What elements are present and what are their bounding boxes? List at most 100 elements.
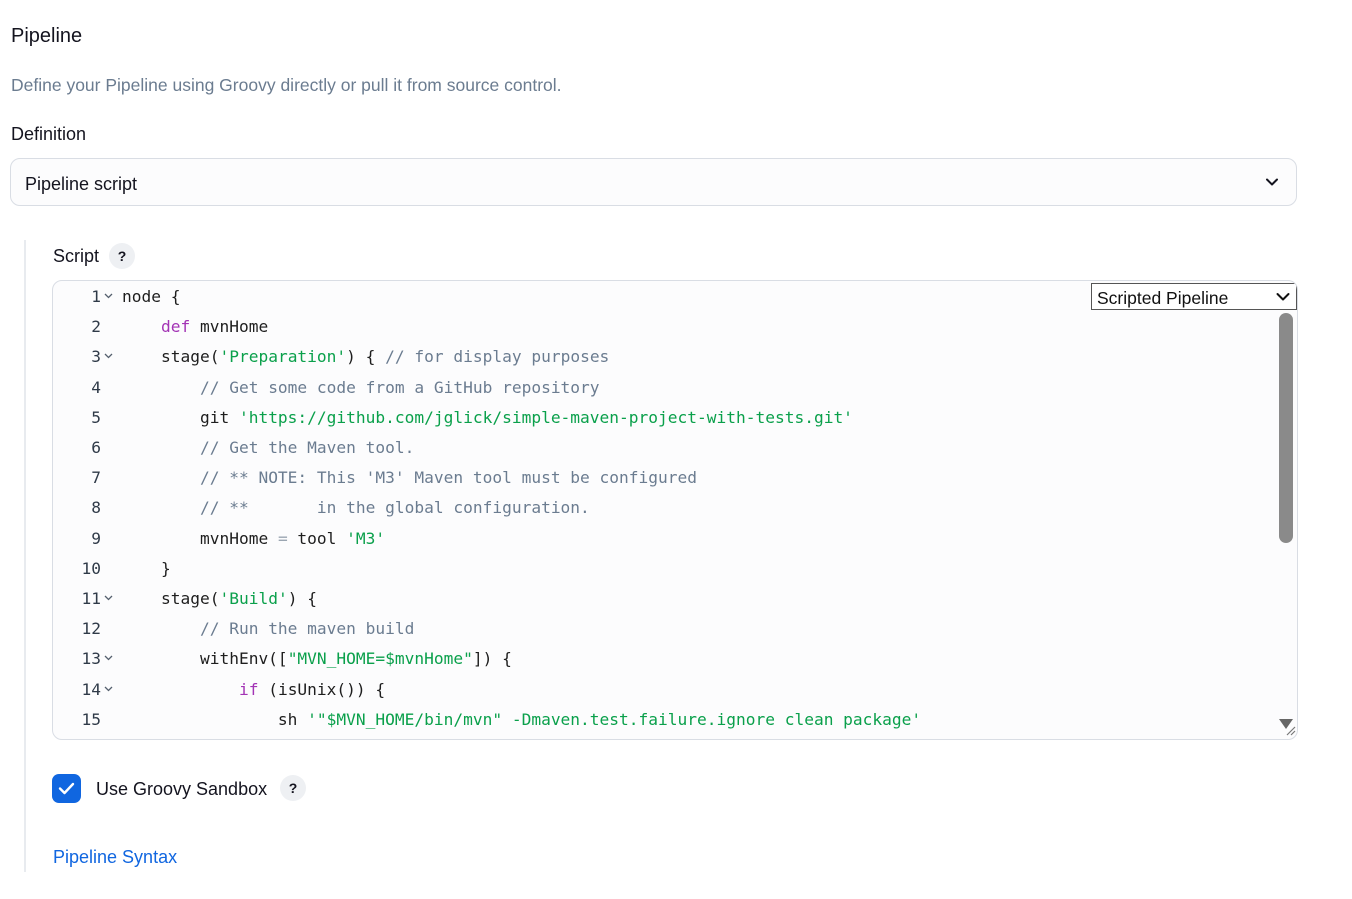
code-token: tool — [287, 528, 347, 548]
code-line[interactable]: 5 git 'https://github.com/jglick/simple-… — [53, 403, 1273, 433]
code-line[interactable]: 8 // ** in the global configuration. — [53, 493, 1273, 523]
pipeline-syntax-link[interactable]: Pipeline Syntax — [53, 847, 177, 868]
code-text: // Run the maven build — [122, 614, 414, 644]
nested-section-rule — [24, 240, 26, 872]
line-number: 10 — [81, 558, 102, 578]
line-number: 15 — [81, 709, 102, 729]
editor-scrollbar[interactable] — [1279, 313, 1293, 543]
chevron-down-icon — [1266, 178, 1278, 186]
code-text: mvnHome = tool 'M3' — [122, 524, 385, 554]
code-token: 'Preparation' — [219, 347, 347, 367]
code-token: // Run the maven build — [199, 619, 415, 639]
code-token: 'Build' — [219, 589, 288, 608]
code-text: // Get the Maven tool. — [122, 433, 414, 463]
code-line[interactable]: 9 mvnHome = tool 'M3' — [53, 524, 1273, 554]
code-token: stage( — [122, 589, 220, 608]
resize-grip-icon[interactable] — [1284, 724, 1296, 736]
code-token: } — [122, 558, 171, 578]
code-token: '"$MVN_HOME/bin/mvn" -Dmaven.test.failur… — [307, 709, 922, 729]
line-number: 14 — [81, 679, 102, 699]
code-token: mvnHome — [190, 317, 269, 337]
script-style-select[interactable]: Scripted Pipeline — [1091, 283, 1297, 310]
code-line[interactable]: 6 // Get the Maven tool. — [53, 433, 1273, 463]
groovy-sandbox-label[interactable]: Use Groovy Sandbox — [96, 779, 267, 800]
checkmark-icon — [58, 782, 75, 795]
definition-select-value: Pipeline script — [25, 174, 138, 194]
code-token: git — [122, 407, 239, 427]
fold-toggle-icon[interactable] — [104, 686, 113, 692]
code-token: // for display purposes — [385, 347, 610, 367]
script-help-button[interactable]: ? — [109, 243, 135, 269]
line-number: 9 — [91, 528, 101, 548]
code-token: // Get some code from a GitHub repositor… — [199, 377, 600, 397]
section-title: Pipeline — [11, 25, 83, 47]
code-text: stage('Preparation') { // for display pu… — [122, 342, 609, 372]
code-line[interactable]: 15 sh '"$MVN_HOME/bin/mvn" -Dmaven.test.… — [53, 705, 1273, 735]
code-text: if (isUnix()) { — [122, 675, 385, 705]
code-line[interactable]: 13 withEnv(["MVN_HOME=$mvnHome"]) { — [53, 644, 1273, 674]
code-text: withEnv(["MVN_HOME=$mvnHome"]) { — [122, 644, 512, 674]
code-token: sh — [122, 709, 308, 729]
line-number: 8 — [91, 498, 101, 518]
code-text: stage('Build') { — [122, 584, 317, 614]
code-text: } — [122, 554, 171, 584]
code-token: = — [277, 528, 288, 548]
sandbox-help-button[interactable]: ? — [280, 775, 306, 801]
line-number: 11 — [81, 589, 102, 608]
code-token: if — [238, 679, 259, 699]
definition-select[interactable]: Pipeline script — [10, 158, 1297, 206]
line-number: 6 — [91, 438, 101, 457]
script-label: Script — [53, 246, 100, 266]
fold-toggle-icon[interactable] — [104, 353, 113, 359]
code-token: node { — [122, 287, 181, 306]
code-line[interactable]: 4 // Get some code from a GitHub reposit… — [53, 373, 1273, 403]
fold-toggle-icon[interactable] — [104, 293, 113, 299]
code-token: ) { — [346, 347, 386, 367]
fold-toggle-icon[interactable] — [104, 655, 113, 661]
code-token: mvnHome — [122, 528, 278, 548]
code-text: // ** NOTE: This 'M3' Maven tool must be… — [122, 463, 697, 493]
code-token: // ** in the global configuration. — [199, 498, 590, 518]
line-number: 13 — [81, 649, 102, 669]
line-number: 7 — [91, 468, 101, 488]
fold-toggle-icon[interactable] — [104, 595, 113, 601]
code-text: sh '"$MVN_HOME/bin/mvn" -Dmaven.test.fai… — [122, 705, 921, 735]
code-token: stage( — [122, 347, 220, 367]
code-line[interactable]: 11 stage('Build') { — [53, 584, 1273, 614]
code-text: node { — [122, 282, 180, 312]
line-number: 4 — [91, 377, 101, 397]
code-line[interactable]: 10 } — [53, 554, 1273, 584]
line-number: 12 — [81, 619, 102, 639]
groovy-sandbox-checkbox[interactable] — [52, 774, 81, 803]
code-line[interactable]: 3 stage('Preparation') { // for display … — [53, 342, 1273, 372]
line-number: 5 — [91, 407, 101, 427]
chevron-down-icon — [1276, 293, 1290, 301]
code-text: git 'https://github.com/jglick/simple-ma… — [122, 403, 853, 433]
code-line[interactable]: 12 // Run the maven build — [53, 614, 1273, 644]
section-description: Define your Pipeline using Groovy direct… — [11, 75, 562, 95]
code-line[interactable]: 2 def mvnHome — [53, 312, 1273, 342]
code-line[interactable]: 7 // ** NOTE: This 'M3' Maven tool must … — [53, 463, 1273, 493]
code-token: ]) { — [472, 649, 512, 669]
code-token: (isUnix()) { — [258, 679, 386, 699]
line-number: 3 — [91, 347, 101, 367]
line-number: 1 — [91, 287, 101, 306]
code-token: 'M3' — [346, 528, 386, 548]
script-style-select-value: Scripted Pipeline — [1097, 288, 1229, 308]
code-text: def mvnHome — [122, 312, 268, 342]
code-token: def — [160, 317, 191, 337]
code-line[interactable]: 14 if (isUnix()) { — [53, 675, 1273, 705]
code-token: "MVN_HOME=$mvnHome" — [287, 649, 473, 669]
code-text: // ** in the global configuration. — [122, 493, 590, 523]
code-line[interactable]: 1 node { — [53, 282, 1273, 312]
code-token: ) { — [287, 589, 317, 608]
script-editor[interactable]: 15 sh '"$MVN_HOME/bin/mvn" -Dmaven.test.… — [52, 280, 1298, 740]
code-token: withEnv([ — [122, 649, 288, 669]
code-token: // ** NOTE: This 'M3' Maven tool must be… — [199, 468, 697, 488]
